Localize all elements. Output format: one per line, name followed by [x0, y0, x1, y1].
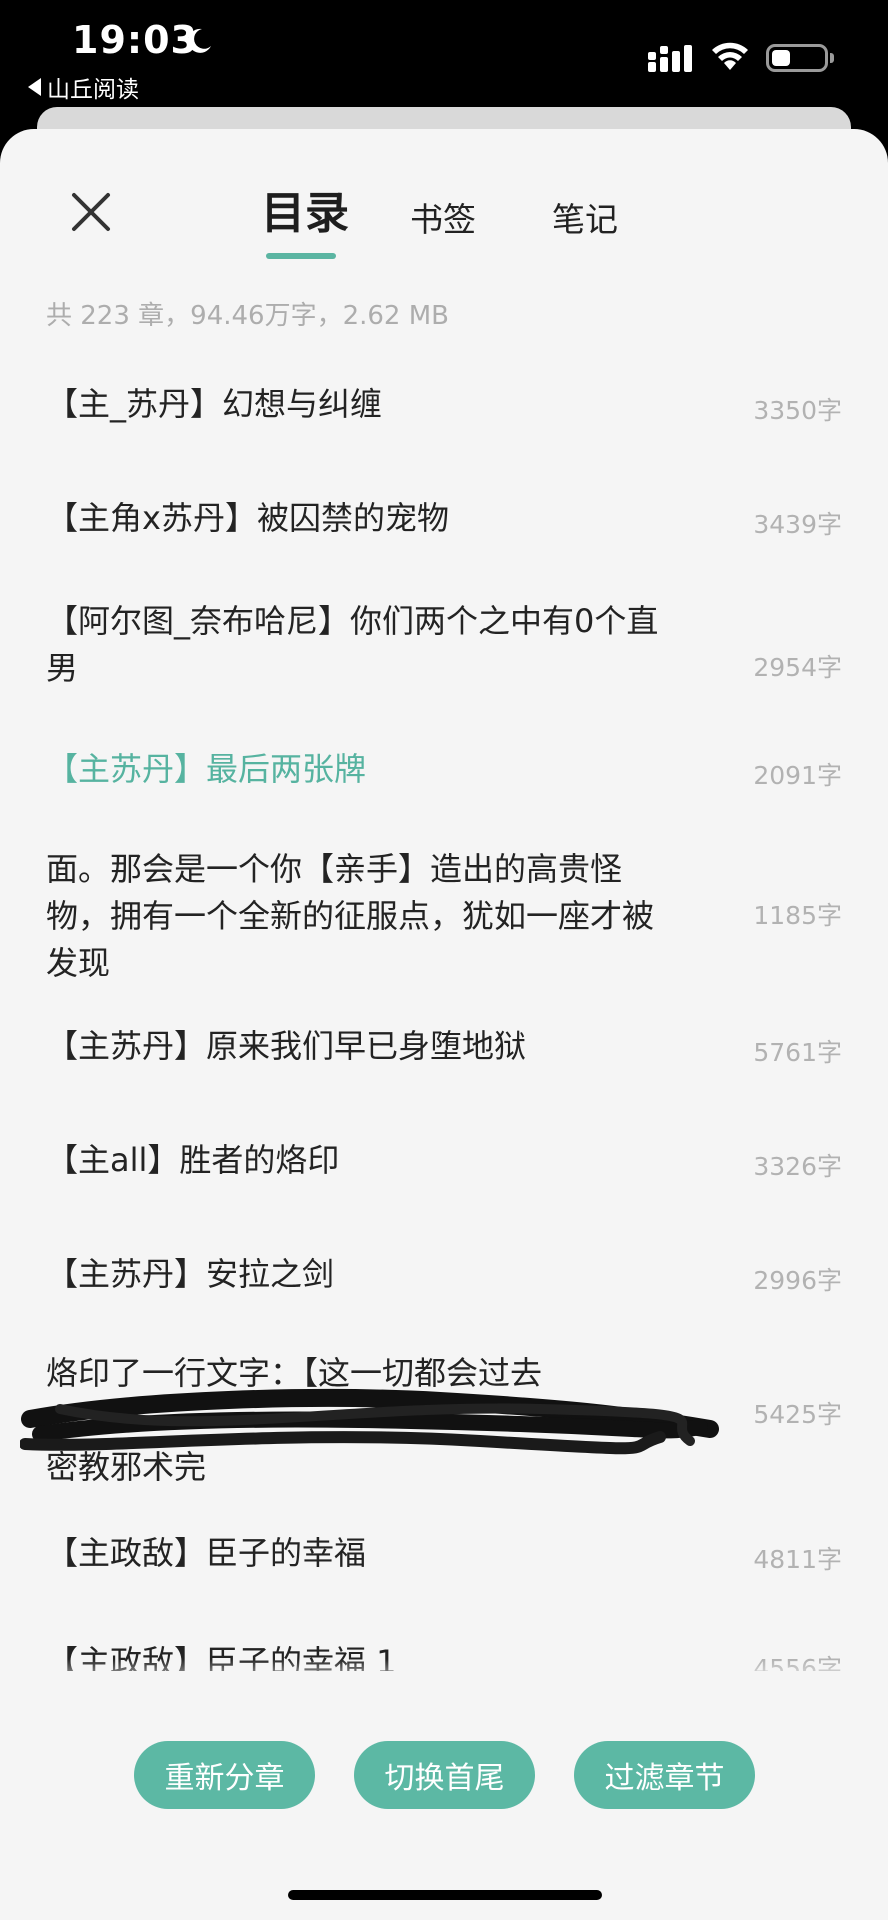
chapter-title: 面。那会是一个你【亲手】造出的高贵怪物，拥有一个全新的征服点，犹如一座才被发现: [46, 850, 655, 982]
status-time: 19:03: [72, 18, 198, 62]
chapter-row[interactable]: 【阿尔图_奈布哈尼】你们两个之中有0个直男 2954字: [0, 576, 888, 716]
toc-sheet: 目录 书签 笔记 共 223 章，94.46万字，2.62 MB 【主_苏丹】幻…: [0, 129, 888, 1920]
chapter-word-count: 2091字: [753, 761, 842, 790]
tab-contents[interactable]: 目录: [261, 177, 349, 241]
chapter-word-count: 5761字: [753, 1038, 842, 1067]
chapter-row[interactable]: 【主苏丹】原来我们早已身堕地狱 5761字: [0, 991, 888, 1106]
chapter-title: 【主_苏丹】幻想与纠缠: [46, 385, 383, 423]
battery-level: [772, 50, 790, 66]
chapter-word-count: 3439字: [753, 510, 842, 539]
active-tab-indicator: [266, 253, 336, 259]
back-arrow-icon: [28, 78, 41, 96]
chapter-word-count: 2954字: [753, 653, 842, 682]
signal-icon: [648, 45, 692, 72]
tab-bar: 目录 书签 笔记: [0, 183, 888, 263]
chapter-title: 【主all】胜者的烙印: [46, 1141, 340, 1179]
chapter-title: 【主角x苏丹】被囚禁的宠物: [46, 499, 449, 537]
chapter-row[interactable]: 【主角x苏丹】被囚禁的宠物 3439字: [0, 463, 888, 576]
status-bar: 19:03 山丘阅读: [0, 0, 888, 110]
chapter-word-count: 5425字: [753, 1400, 842, 1429]
chapter-row[interactable]: 【主all】胜者的烙印 3326字: [0, 1106, 888, 1220]
battery-nub: [830, 53, 834, 63]
filter-chapters-button[interactable]: 过滤章节: [574, 1741, 755, 1809]
redaction-scribble: [20, 1389, 719, 1455]
chapter-list[interactable]: 【主_苏丹】幻想与纠缠 3350字 【主角x苏丹】被囚禁的宠物 3439字 【阿…: [0, 346, 888, 1671]
moon-icon: [188, 28, 211, 53]
chapter-word-count: 2996字: [753, 1266, 842, 1295]
chapter-row[interactable]: 【主政敌】臣子的幸福 4811字: [0, 1499, 888, 1613]
chapter-row[interactable]: 烙印了一行文字：【这一切都会过去 密教邪术完 5425字: [0, 1334, 888, 1499]
book-summary: 共 223 章，94.46万字，2.62 MB: [46, 301, 450, 331]
chapter-title: 【阿尔图_奈布哈尼】你们两个之中有0个直男: [46, 602, 659, 687]
switch-order-button[interactable]: 切换首尾: [354, 1741, 535, 1809]
chapter-row[interactable]: 【主苏丹】安拉之剑 2996字: [0, 1220, 888, 1334]
resplit-chapters-button[interactable]: 重新分章: [134, 1741, 315, 1809]
chapter-word-count: 3350字: [753, 396, 842, 425]
list-fade-overlay: [0, 1659, 888, 1689]
chapter-word-count: 1185字: [753, 901, 842, 930]
chapter-title: 【主苏丹】最后两张牌: [46, 750, 367, 788]
battery-icon: [766, 44, 828, 72]
tab-bookmarks[interactable]: 书签: [410, 193, 476, 241]
chapter-row-current[interactable]: 【主苏丹】最后两张牌 2091字: [0, 716, 888, 826]
back-app-label: 山丘阅读: [47, 77, 139, 103]
wifi-icon: [712, 42, 748, 70]
tab-notes[interactable]: 笔记: [552, 193, 618, 241]
back-to-app-link[interactable]: 山丘阅读: [28, 70, 139, 104]
chapter-word-count: 4811字: [753, 1545, 842, 1574]
chapter-title: 【主苏丹】原来我们早已身堕地狱: [46, 1027, 527, 1065]
chapter-title: 【主苏丹】安拉之剑: [46, 1255, 335, 1293]
chapter-row[interactable]: 【主_苏丹】幻想与纠缠 3350字: [0, 346, 888, 463]
home-indicator[interactable]: [288, 1890, 602, 1900]
chapter-title: 【主政敌】臣子的幸福: [46, 1534, 367, 1572]
chapter-row[interactable]: 面。那会是一个你【亲手】造出的高贵怪物，拥有一个全新的征服点，犹如一座才被发现 …: [0, 826, 888, 991]
chapter-word-count: 3326字: [753, 1152, 842, 1181]
